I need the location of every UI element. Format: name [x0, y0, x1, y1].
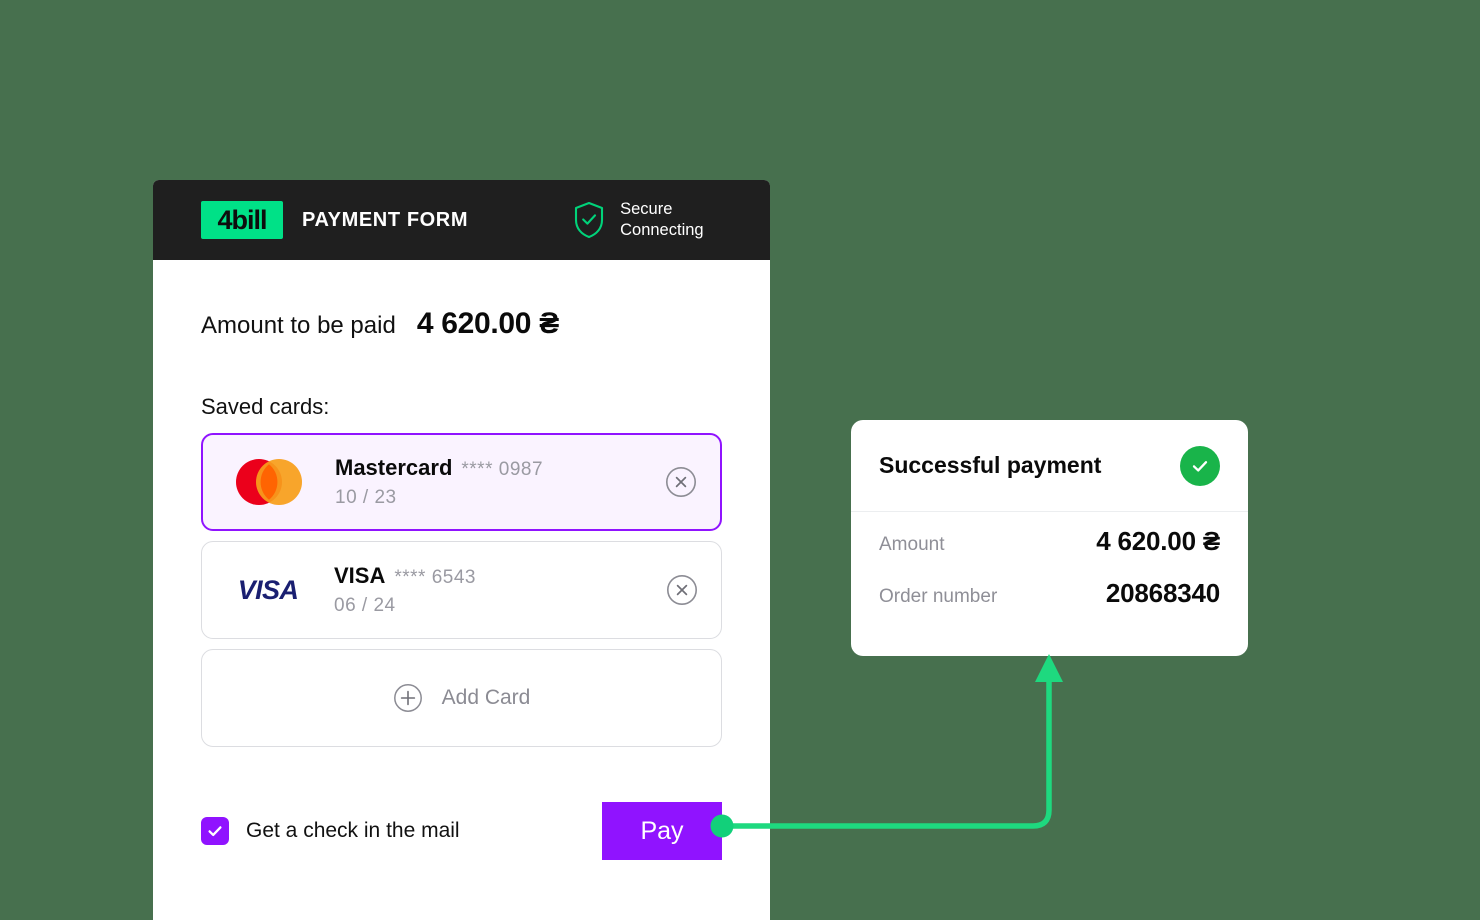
- success-order-row: Order number 20868340: [879, 578, 1220, 630]
- mail-check-checkbox[interactable]: Get a check in the mail: [201, 817, 460, 845]
- checkmark-icon: [201, 817, 229, 845]
- check-circle-icon: [1180, 445, 1220, 486]
- visa-logo: VISA: [202, 574, 334, 606]
- card-expiry: 10 / 23: [335, 487, 397, 508]
- add-card-button[interactable]: Add Card: [201, 649, 722, 747]
- form-footer: Get a check in the mail Pay: [201, 802, 722, 860]
- card-brand-name: Mastercard: [335, 455, 453, 480]
- success-amount-value: 4 620.00 ₴: [1096, 526, 1220, 556]
- secure-line-2: Connecting: [620, 221, 704, 239]
- mail-check-label: Get a check in the mail: [246, 819, 460, 842]
- mastercard-logo: [203, 458, 335, 506]
- success-panel-header: Successful payment: [851, 420, 1248, 512]
- brand-logo: 4bill: [201, 201, 283, 239]
- card-number-mask: **** 0987: [461, 459, 544, 480]
- amount-row: Amount to be paid 4 620.00 ₴: [201, 260, 722, 341]
- form-header: 4bill PAYMENT FORM Secure Connecting: [153, 180, 770, 260]
- amount-value: 4 620.00 ₴: [416, 307, 559, 340]
- brand-logo-text: 4bill: [217, 204, 267, 235]
- card-expiry: 06 / 24: [334, 595, 396, 616]
- secure-connection-indicator: Secure Connecting: [570, 199, 704, 241]
- success-order-label: Order number: [879, 586, 998, 607]
- remove-circle-icon[interactable]: [665, 466, 697, 498]
- card-number-mask: **** 6543: [394, 567, 476, 588]
- remove-circle-icon[interactable]: [666, 574, 698, 606]
- page-title: PAYMENT FORM: [302, 208, 469, 231]
- svg-text:VISA: VISA: [238, 575, 299, 605]
- success-amount-row: Amount 4 620.00 ₴: [879, 526, 1220, 578]
- shield-check-icon: [570, 200, 608, 240]
- saved-cards-label: Saved cards:: [201, 394, 330, 419]
- payment-form-panel: 4bill PAYMENT FORM Secure Connecting Amo…: [153, 180, 770, 920]
- card-title-row: Mastercard **** 0987: [335, 455, 665, 481]
- successful-payment-panel: Successful payment Amount 4 620.00 ₴ Ord…: [851, 420, 1248, 656]
- card-info: VISA **** 6543 06 / 24: [334, 563, 666, 617]
- arrow-up-icon: [1035, 654, 1063, 682]
- card-brand-name: VISA: [334, 563, 386, 588]
- success-order-value: 20868340: [1105, 578, 1220, 608]
- saved-card-mastercard[interactable]: Mastercard **** 0987 10 / 23: [201, 433, 722, 531]
- secure-line-1: Secure: [620, 200, 673, 218]
- card-title-row: VISA **** 6543: [334, 563, 666, 589]
- plus-circle-icon: [393, 683, 423, 713]
- saved-card-visa[interactable]: VISA VISA **** 6543 06 / 24: [201, 541, 722, 639]
- saved-cards-list: Mastercard **** 0987 10 / 23 VISA VISA *…: [201, 433, 722, 747]
- form-body: Amount to be paid 4 620.00 ₴ Saved cards…: [153, 260, 770, 860]
- success-panel-body: Amount 4 620.00 ₴ Order number 20868340: [851, 512, 1248, 630]
- pay-button[interactable]: Pay: [602, 802, 722, 860]
- amount-label: Amount to be paid: [201, 312, 396, 339]
- secure-connection-text: Secure Connecting: [620, 199, 703, 241]
- add-card-label: Add Card: [441, 686, 531, 709]
- card-info: Mastercard **** 0987 10 / 23: [335, 455, 665, 509]
- success-title: Successful payment: [879, 452, 1102, 478]
- connector-line: [722, 668, 1052, 829]
- success-amount-label: Amount: [879, 534, 945, 555]
